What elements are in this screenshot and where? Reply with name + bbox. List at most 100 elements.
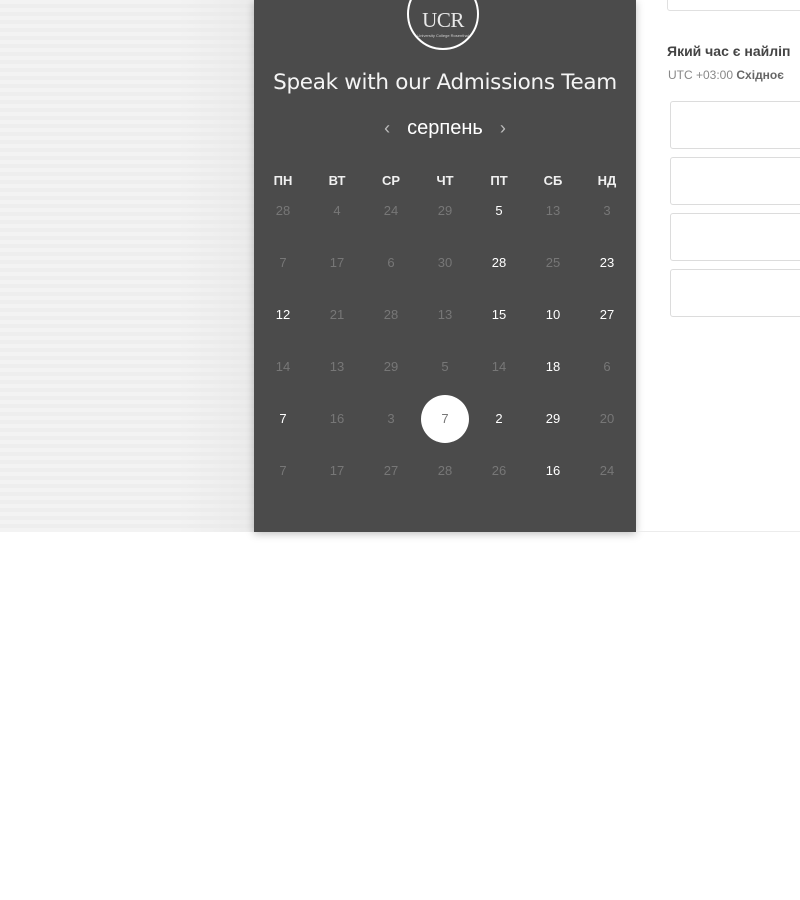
weekday-label: ПН xyxy=(273,173,293,188)
day-number: 5 xyxy=(495,203,503,218)
time-question-label: Який час є найліп xyxy=(667,43,791,59)
calendar-day: 29 xyxy=(418,191,472,243)
day-number: 16 xyxy=(329,411,345,426)
calendar-day: 24 xyxy=(580,451,634,503)
day-number: 12 xyxy=(275,307,291,322)
day-number: 7 xyxy=(279,411,287,426)
calendar-day[interactable]: 15 xyxy=(472,295,526,347)
calendar-day: 7 xyxy=(256,451,310,503)
calendar-day: 13 xyxy=(418,295,472,347)
time-slot-option[interactable] xyxy=(670,269,800,317)
section-divider xyxy=(636,531,800,532)
month-label: серпень xyxy=(407,117,483,139)
calendar-day: 25 xyxy=(526,243,580,295)
day-number: 7 xyxy=(441,411,449,426)
logo-text: UCR xyxy=(422,8,464,32)
calendar-day: 21 xyxy=(310,295,364,347)
calendar-day: 26 xyxy=(472,451,526,503)
calendar-day[interactable]: 23 xyxy=(580,243,634,295)
time-slot-option[interactable] xyxy=(670,101,800,149)
day-number: 21 xyxy=(329,307,345,322)
logo-subtext: University College Rosenthal xyxy=(417,33,469,38)
day-number: 16 xyxy=(545,463,561,478)
calendar-day: 4 xyxy=(310,191,364,243)
weekday-header: ПН ВТ СР ЧТ ПТ СБ НД xyxy=(256,172,636,190)
calendar-day-selected[interactable]: 7 xyxy=(418,395,472,451)
calendar-day: 24 xyxy=(364,191,418,243)
day-number: 26 xyxy=(491,463,507,478)
weekday-label: СБ xyxy=(543,173,563,188)
calendar-day: 30 xyxy=(418,243,472,295)
calendar-day[interactable]: 2 xyxy=(472,399,526,451)
day-number: 15 xyxy=(491,307,507,322)
top-input-field[interactable] xyxy=(667,0,800,11)
weekday-label: ВТ xyxy=(328,173,346,188)
day-number: 14 xyxy=(491,359,507,374)
day-number: 6 xyxy=(387,255,395,270)
calendar-day: 6 xyxy=(580,347,634,399)
weekday-label: ЧТ xyxy=(436,173,454,188)
calendar-day: 6 xyxy=(364,243,418,295)
ucr-logo: UCR University College Rosenthal xyxy=(407,0,479,50)
calendar-day: 13 xyxy=(310,347,364,399)
timezone-offset: UTC +03:00 xyxy=(668,68,734,82)
day-number: 7 xyxy=(279,463,287,478)
day-number: 17 xyxy=(329,255,345,270)
background-left-fade xyxy=(0,0,254,532)
calendar-day: 14 xyxy=(256,347,310,399)
calendar-panel: UCR University College Rosenthal Speak w… xyxy=(254,0,636,532)
day-number: 17 xyxy=(329,463,345,478)
calendar-day[interactable]: 12 xyxy=(256,295,310,347)
day-number: 29 xyxy=(383,359,399,374)
next-month-button[interactable]: › xyxy=(489,116,517,140)
calendar-day[interactable]: 5 xyxy=(472,191,526,243)
calendar-day: 29 xyxy=(364,347,418,399)
day-number: 3 xyxy=(387,411,395,426)
calendar-day[interactable]: 16 xyxy=(526,451,580,503)
day-number: 28 xyxy=(275,203,291,218)
calendar-day[interactable]: 7 xyxy=(256,399,310,451)
calendar-day: 13 xyxy=(526,191,580,243)
day-number: 5 xyxy=(441,359,449,374)
calendar-day: 28 xyxy=(364,295,418,347)
weekday-label: ПТ xyxy=(490,173,508,188)
day-number: 20 xyxy=(599,411,615,426)
calendar-day: 17 xyxy=(310,451,364,503)
day-number: 28 xyxy=(491,255,507,270)
day-number: 4 xyxy=(333,203,341,218)
calendar-day[interactable]: 28 xyxy=(472,243,526,295)
day-number: 28 xyxy=(383,307,399,322)
timezone-name: Східноє xyxy=(736,68,784,82)
day-number: 29 xyxy=(437,203,453,218)
day-number: 27 xyxy=(383,463,399,478)
day-number: 13 xyxy=(545,203,561,218)
calendar-day: 5 xyxy=(418,347,472,399)
day-number: 27 xyxy=(599,307,615,322)
day-number: 6 xyxy=(603,359,611,374)
calendar-day[interactable]: 18 xyxy=(526,347,580,399)
day-number: 13 xyxy=(437,307,453,322)
day-number: 28 xyxy=(437,463,453,478)
calendar-day[interactable]: 10 xyxy=(526,295,580,347)
day-number: 7 xyxy=(279,255,287,270)
time-slot-option[interactable] xyxy=(670,213,800,261)
calendar-day: 14 xyxy=(472,347,526,399)
calendar-day: 27 xyxy=(364,451,418,503)
day-number: 3 xyxy=(603,203,611,218)
calendar-day: 20 xyxy=(580,399,634,451)
calendar-day[interactable]: 27 xyxy=(580,295,634,347)
prev-month-button[interactable]: ‹ xyxy=(373,116,401,140)
calendar-day: 17 xyxy=(310,243,364,295)
time-slot-option[interactable] xyxy=(670,157,800,205)
day-number: 2 xyxy=(495,411,503,426)
calendar-day[interactable]: 29 xyxy=(526,399,580,451)
day-number: 30 xyxy=(437,255,453,270)
calendar-day: 28 xyxy=(256,191,310,243)
calendar-days-grid: 28 4 24 29 5 13 3 7 17 6 30 28 25 23 12 21 28 13 15 10 27 14 1… xyxy=(256,191,636,503)
day-number: 24 xyxy=(383,203,399,218)
day-number: 24 xyxy=(599,463,615,478)
day-number: 10 xyxy=(545,307,561,322)
calendar-day: 16 xyxy=(310,399,364,451)
day-number: 18 xyxy=(545,359,561,374)
weekday-label: СР xyxy=(381,173,401,188)
